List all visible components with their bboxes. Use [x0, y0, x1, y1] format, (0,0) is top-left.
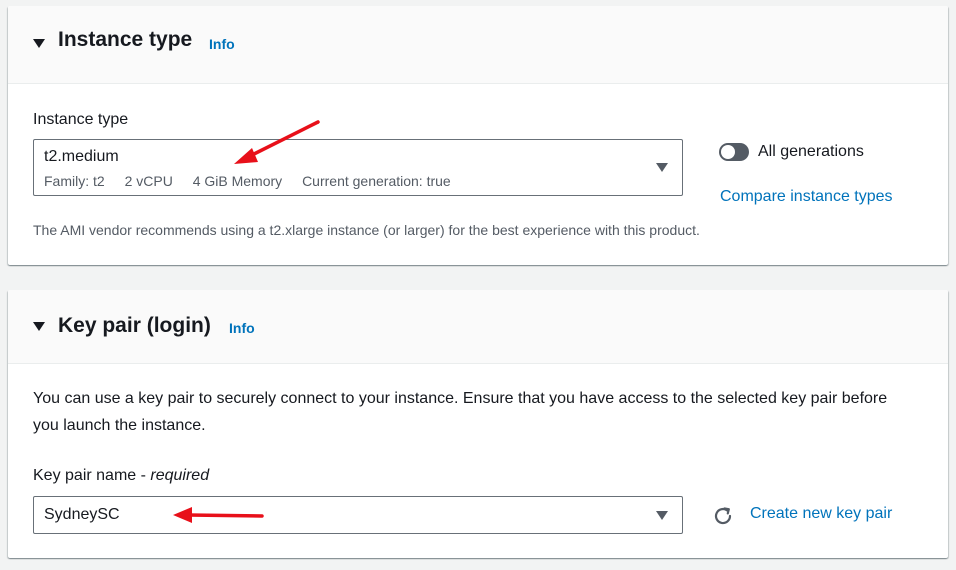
annotation-layer	[173, 120, 320, 523]
red-arrow-icon	[234, 120, 320, 164]
red-arrow-icon	[173, 507, 264, 523]
